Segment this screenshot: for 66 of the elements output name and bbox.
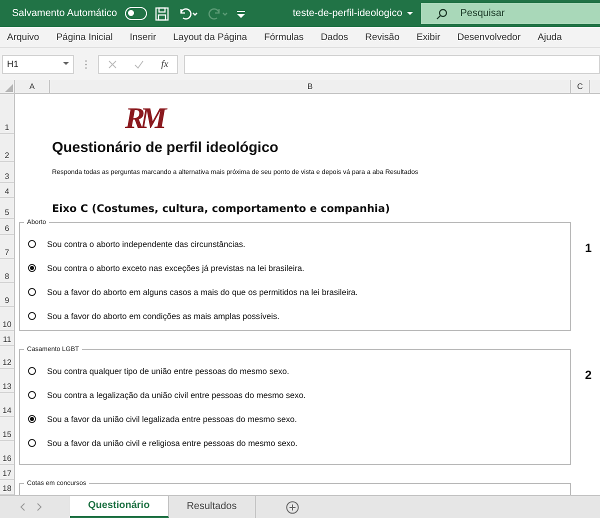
row-header[interactable]: 4: [0, 183, 14, 198]
menu-item[interactable]: Inserir: [130, 32, 156, 42]
row-header[interactable]: 12: [0, 346, 14, 369]
search-field[interactable]: Pesquisar: [421, 3, 600, 24]
column-header[interactable]: C: [571, 80, 590, 93]
radio-button[interactable]: [28, 391, 36, 399]
row-header[interactable]: 3: [0, 162, 14, 183]
row-header[interactable]: 8: [0, 259, 14, 283]
row-header[interactable]: 1: [0, 94, 14, 134]
option-label[interactable]: Sou contra o aborto independente das circunstâncias.: [47, 239, 246, 249]
menu-item[interactable]: Exibir: [416, 32, 440, 42]
row-header[interactable]: 14: [0, 393, 14, 417]
radio-button[interactable]: [28, 415, 36, 423]
section-heading: Eixo C (Costumes, cultura, comportamento e companhia): [52, 202, 390, 214]
sheet-tab[interactable]: Resultados: [168, 496, 256, 518]
row-header[interactable]: 13: [0, 369, 14, 393]
row-header[interactable]: 15: [0, 417, 14, 441]
row-header[interactable]: 11: [0, 331, 14, 346]
question-number: 1: [585, 241, 592, 257]
row-header[interactable]: 17: [0, 465, 14, 480]
menu-item[interactable]: Ajuda: [538, 32, 562, 42]
row-header[interactable]: 6: [0, 219, 14, 235]
radio-button[interactable]: [28, 240, 36, 248]
check-icon[interactable]: [134, 60, 144, 68]
logo: RM: [125, 104, 162, 134]
search-icon: [436, 8, 448, 20]
add-sheet-icon[interactable]: [286, 500, 299, 514]
autosave-toggle[interactable]: [125, 7, 147, 20]
row-header[interactable]: 16: [0, 441, 14, 465]
name-box[interactable]: H1: [2, 54, 74, 74]
option-label[interactable]: Sou contra o aborto exceto nas exceções já previstas na lei brasileira.: [47, 263, 304, 273]
menu-item[interactable]: Layout da Página: [173, 32, 248, 42]
option-label[interactable]: Sou a favor da união civil e religiosa entre pessoas do mesmo sexo.: [47, 438, 298, 448]
menu-item[interactable]: Página Inicial: [56, 32, 113, 42]
option-label[interactable]: Sou contra a legalização da união civil entre pessoas do mesmo sexo.: [47, 390, 306, 400]
radio-button[interactable]: [28, 288, 36, 296]
sheet-tab[interactable]: Questionário: [70, 496, 169, 518]
column-header[interactable]: A: [15, 80, 50, 93]
file-name[interactable]: teste-de-perfil-ideologico: [292, 8, 414, 19]
menu-item[interactable]: Desenvolvedor: [457, 32, 521, 42]
menu-item[interactable]: Fórmulas: [264, 32, 304, 42]
row-header[interactable]: 7: [0, 235, 14, 259]
option-label[interactable]: Sou a favor do aborto em condições as mais amplas possíveis.: [47, 311, 280, 321]
option-label[interactable]: Sou contra qualquer tipo de união entre pessoas do mesmo sexo.: [47, 366, 290, 376]
radio-button[interactable]: [28, 312, 36, 320]
menu-item[interactable]: Arquivo: [7, 32, 40, 42]
row-header[interactable]: 5: [0, 198, 14, 219]
insert-function-button[interactable]: fx: [161, 58, 168, 70]
radio-button[interactable]: [28, 439, 36, 447]
question-number: 2: [585, 368, 592, 384]
option-label[interactable]: Sou a favor do aborto em alguns casos a mais do que os permitidos na lei brasileira.: [47, 287, 358, 297]
formula-input[interactable]: [184, 54, 600, 74]
row-header[interactable]: 9: [0, 283, 14, 307]
radio-button[interactable]: [28, 367, 36, 375]
menu-item[interactable]: Revisão: [365, 32, 400, 42]
caret-icon: [407, 12, 414, 16]
option-label[interactable]: Sou a favor da união civil legalizada entre pessoas do mesmo sexo.: [47, 414, 297, 424]
save-icon[interactable]: [154, 6, 169, 20]
column-header[interactable]: B: [50, 80, 571, 93]
customize-icon[interactable]: [236, 10, 245, 18]
row-header[interactable]: 2: [0, 134, 14, 162]
menu-item[interactable]: Dados: [320, 32, 348, 42]
row-header[interactable]: 10: [0, 307, 14, 331]
autosave-label: Salvamento Automático: [12, 8, 118, 19]
sheet-title: Questionário de perfil ideológico: [52, 140, 278, 156]
radio-button[interactable]: [28, 264, 36, 272]
